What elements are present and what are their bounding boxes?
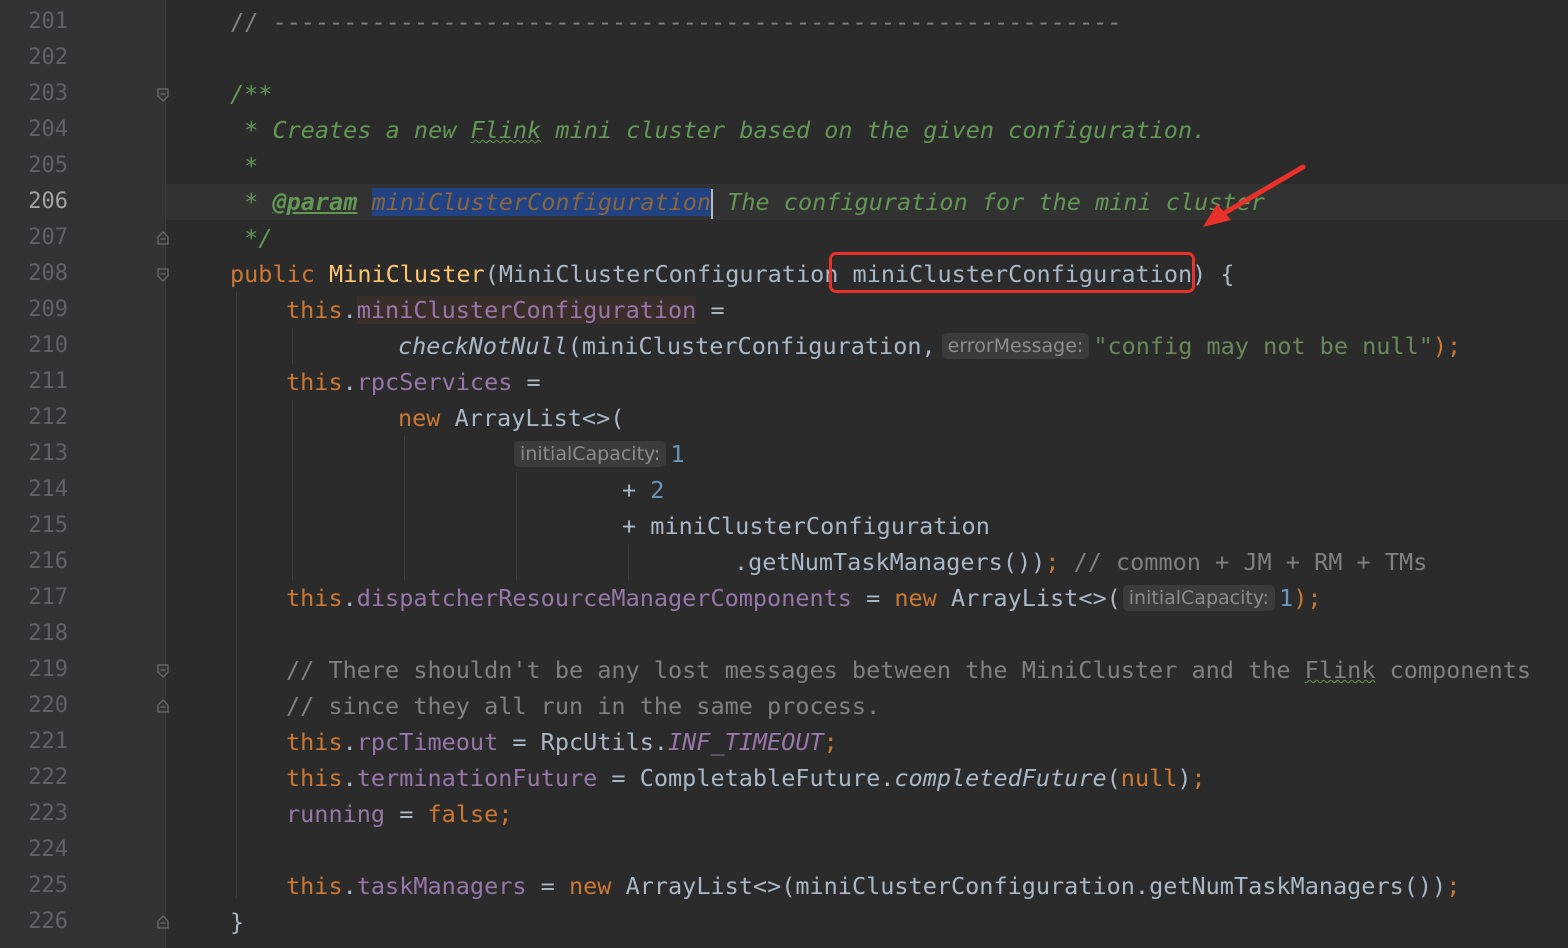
code-line[interactable]: this.taskManagers = new ArrayList<>(mini… — [286, 868, 1460, 904]
code-line[interactable]: + 2 — [622, 472, 664, 508]
code-line[interactable]: // since they all run in the same proces… — [286, 688, 880, 724]
spellcheck-word: Flink — [1304, 656, 1376, 684]
parameter-hint: initialCapacity: — [1122, 585, 1276, 611]
parameter-hint: initialCapacity: — [514, 441, 667, 467]
code-line[interactable]: checkNotNull(miniClusterConfiguration, er… — [398, 328, 1461, 364]
code-line[interactable]: new ArrayList<>( — [398, 400, 624, 436]
red-arrow-annotation — [1203, 164, 1306, 227]
parameter-hint: errorMessage: — [941, 333, 1090, 359]
code-line[interactable]: + miniClusterConfiguration — [622, 508, 990, 544]
line-number: 218 — [28, 621, 68, 646]
code-line[interactable]: this.miniClusterConfiguration = — [286, 292, 725, 328]
code-line[interactable]: this.rpcTimeout = RpcUtils.INF_TIMEOUT; — [286, 724, 838, 760]
code-line[interactable]: this.terminationFuture = CompletableFutu… — [286, 760, 1206, 796]
code-line[interactable]: */ — [230, 220, 272, 256]
spellcheck-word: Flink — [470, 116, 542, 144]
line-number: 202 — [28, 45, 68, 70]
code-line[interactable]: this.rpcServices = — [286, 364, 541, 400]
constructor-name[interactable]: MiniCluster — [329, 260, 485, 288]
line-number: 224 — [28, 837, 68, 862]
highlight-box-annotation — [829, 252, 1195, 293]
code-line[interactable]: * Creates a new Flink mini cluster based… — [230, 112, 1206, 148]
code-line[interactable]: // -------------------------------------… — [230, 4, 1121, 40]
code-line[interactable]: * @param miniClusterConfiguration The co… — [230, 184, 1265, 220]
code-line[interactable]: .getNumTaskManagers()); // common + JM +… — [734, 544, 1427, 580]
code-line[interactable]: this.dispatcherResourceManagerComponents… — [286, 580, 1322, 616]
code-line[interactable]: initialCapacity: 1 — [510, 436, 684, 472]
code-line[interactable]: * — [230, 148, 258, 184]
code-line[interactable]: // There shouldn't be any lost messages … — [286, 652, 1531, 688]
field-reference[interactable]: miniClusterConfiguration — [356, 296, 697, 324]
code-line[interactable]: /** — [230, 76, 272, 112]
code-line[interactable]: } — [230, 904, 244, 940]
code-line[interactable]: running = false; — [286, 796, 512, 832]
selected-text[interactable]: miniClusterConfiguration — [371, 188, 712, 216]
javadoc-tag: @param — [272, 188, 358, 216]
